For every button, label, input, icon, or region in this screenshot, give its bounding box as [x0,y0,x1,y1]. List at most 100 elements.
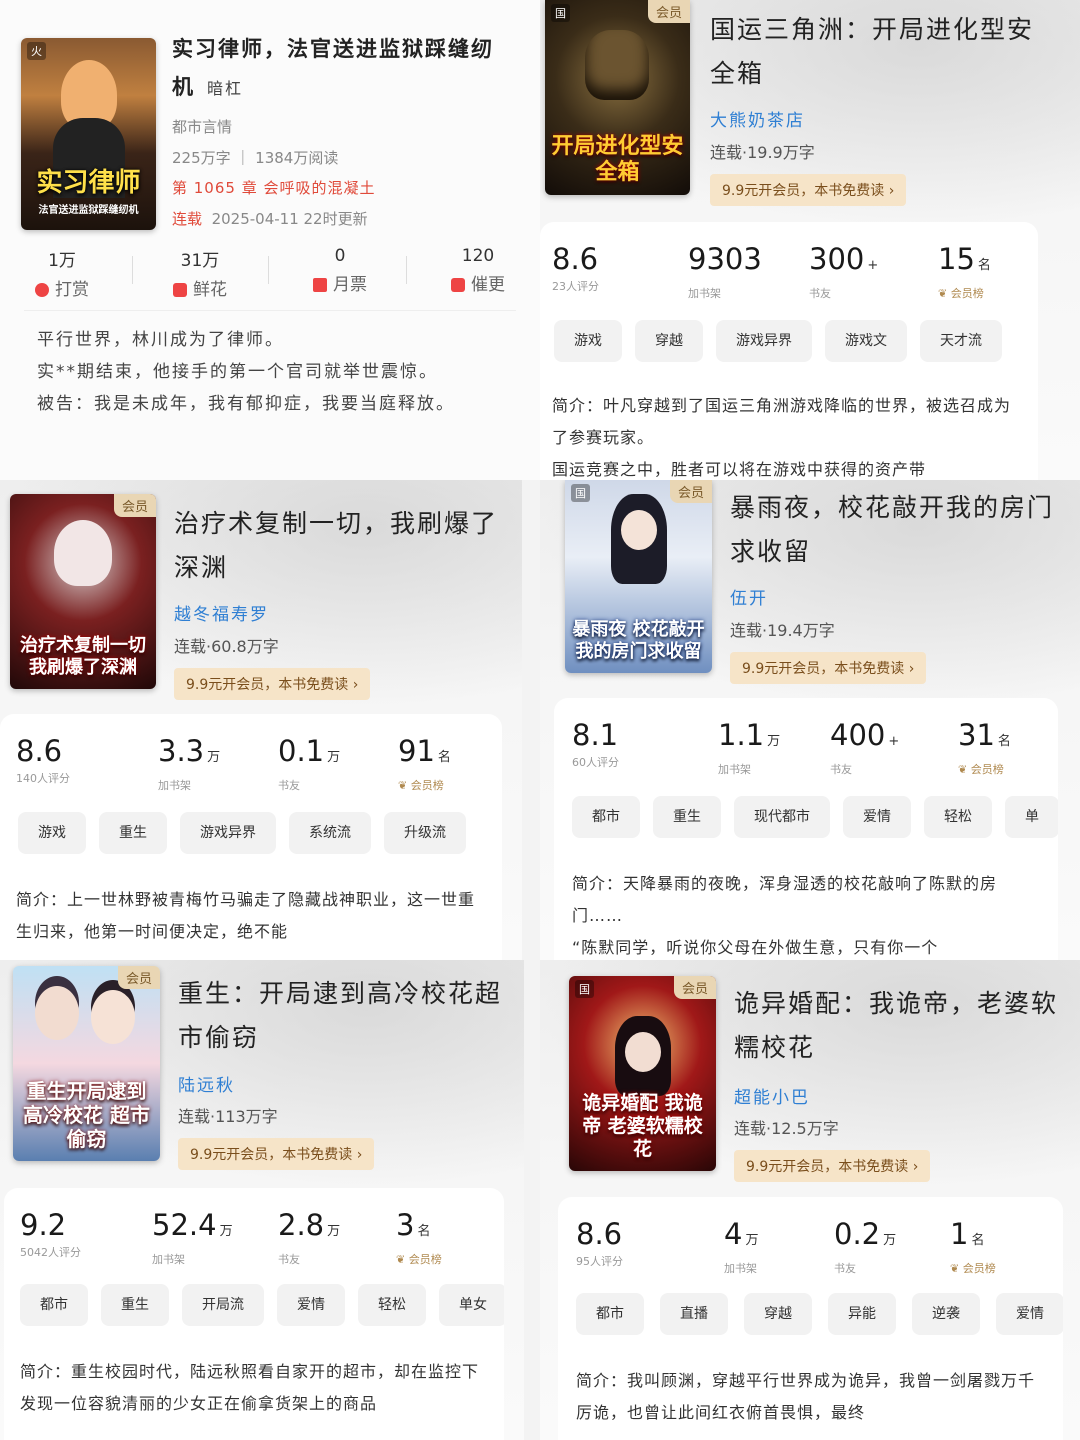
vip-subscribe-button[interactable]: 9.9元开会员，本书免费读 › [174,668,371,700]
shelf-unit: 万 [745,1233,759,1248]
book-cover[interactable]: 国 会员 暴雨夜 校花敲开我的房门求收留 [565,480,712,673]
rank-unit: 名 [971,1233,985,1248]
book-title[interactable]: 国运三角洲：开局进化型安全箱 [710,8,1055,96]
rank-label: 会员榜 [408,1253,442,1266]
rating-label: 140人评分 [16,772,70,785]
book-tile-5[interactable]: 会员 重生开局逮到 高冷校花 超市偷窃 重生：开局逮到高冷校花超市偷窃 陆远秋 … [0,960,524,1440]
stat-monthly-ticket[interactable]: 0 月票 [290,246,390,295]
tag-chip[interactable]: 穿越 [635,320,703,362]
cover-title: 诡异婚配 我诡帝 老婆软糯校花 [582,1092,703,1160]
book-title[interactable]: 治疗术复制一切，我刷爆了深渊 [174,502,509,590]
shelf-value: 4 [724,1217,743,1251]
tag-chip[interactable]: 爱情 [277,1284,345,1326]
rating-label: 95人评分 [576,1255,623,1268]
updated-time: 2025-04-11 22时更新 [211,210,368,228]
vip-subscribe-button[interactable]: 9.9元开会员，本书免费读 › [178,1138,375,1170]
intro-prefix: 简介： [552,396,604,415]
tag-chip[interactable]: 游戏异界 [716,320,812,362]
intro-text: 叶凡穿越到了国运三角洲游戏降临的世界，被选召成为了参赛玩家。 [552,396,1012,447]
tag-chip[interactable]: 单女 [439,1284,504,1326]
book-cover[interactable]: 火 实习律师 法官送进监狱踩缝纫机 [21,38,156,230]
tag-chip[interactable]: 重生 [101,1284,169,1326]
book-tile-2[interactable]: 国 会员 开局进化型安全箱 国运三角洲：开局进化型安全箱 大熊奶茶店 连载·19… [540,0,1080,480]
book-stats-card: 8.6 95人评分 4 万加书架 0.2 万书友 1 名 ❦ 会员榜 都市 直播 穿越 异… [558,1197,1063,1440]
tag-chip[interactable]: 爱情 [843,796,911,838]
rank-value: 31 [958,718,995,752]
cover-subtitle: 法官送进监狱踩缝纫机 [38,205,139,216]
tag-chip[interactable]: 直播 [660,1293,728,1335]
book-author[interactable]: 超能小巴 [734,1083,810,1108]
shelf-value: 1.1 [718,718,765,752]
book-author[interactable]: 越冬福寿罗 [174,600,269,625]
tag-chip[interactable]: 游戏异界 [180,812,276,854]
book-tile-1[interactable]: 火 实习律师 法官送进监狱踩缝纫机 实习律师，法官送进监狱踩缝纫机 暗杠 都市言情… [0,0,540,480]
intro-text: 我叫顾渊，穿越平行世界成为诡异，我曾一剑屠戮万千厉诡，也曾让此间红衣俯首畏惧，最… [576,1371,1036,1422]
tag-chip[interactable]: 逆袭 [912,1293,980,1335]
friends-label: 书友 [830,763,852,776]
stat-flowers[interactable]: 31万 鲜花 [150,246,250,300]
stat-tip[interactable]: 1万 打赏 [12,246,112,300]
laurel-icon: ❦ [950,1262,960,1275]
vip-subscribe-button[interactable]: 9.9元开会员，本书免费读 › [734,1150,931,1182]
stat-friends: 300 + 书友 [809,242,878,301]
intro-text-2: “陈默同学，听说你父母在外做生意，只有你一个 [572,938,939,957]
stat-tip-label: 打赏 [55,280,89,300]
vip-subscribe-label: 9.9元开会员，本书免费读 [186,677,349,693]
book-tile-3[interactable]: 会员 治疗术复制一切我刷爆了深渊 治疗术复制一切，我刷爆了深渊 越冬福寿罗 连载… [0,480,522,960]
tag-chip[interactable]: 重生 [653,796,721,838]
stat-rank[interactable]: 31 名 ❦ 会员榜 [958,718,1011,777]
tag-chip[interactable]: 轻松 [358,1284,426,1326]
vip-subscribe-button[interactable]: 9.9元开会员，本书免费读 › [730,652,927,684]
tag-chip[interactable]: 单 [1005,796,1058,838]
friends-unit: 万 [883,1233,897,1248]
friends-label: 书友 [278,779,300,792]
tag-chip[interactable]: 天才流 [920,320,1002,362]
shelf-unit: 万 [219,1224,233,1239]
book-author[interactable]: 暗杠 [207,79,243,98]
rating-value: 8.6 [576,1217,623,1251]
tag-chip[interactable]: 轻松 [924,796,992,838]
tag-chip[interactable]: 都市 [20,1284,88,1326]
tag-chip[interactable]: 游戏 [554,320,622,362]
tag-chip[interactable]: 重生 [99,812,167,854]
vip-subscribe-button[interactable]: 9.9元开会员，本书免费读 › [710,174,907,206]
book-cover[interactable]: 国 会员 开局进化型安全箱 [545,0,690,195]
book-stats-card: 8.6 140人评分 3.3 万加书架 0.1 万书友 91 名 ❦ 会员榜 游戏 重生 … [0,714,502,960]
tag-chip[interactable]: 异能 [828,1293,896,1335]
book-stats-card: 8.6 23人评分 9303 加书架 300 + 书友 15 名 ❦ 会员榜 游戏 穿越 游… [540,222,1038,480]
book-cover[interactable]: 国 会员 诡异婚配 我诡帝 老婆软糯校花 [569,976,716,1171]
publisher-logo: 火 [27,42,46,60]
tag-chip[interactable]: 游戏文 [825,320,907,362]
tag-chip[interactable]: 游戏 [18,812,86,854]
tag-chip[interactable]: 现代都市 [734,796,830,838]
book-author[interactable]: 陆远秋 [178,1071,235,1096]
tag-chip[interactable]: 升级流 [384,812,466,854]
book-title[interactable]: 暴雨夜，校花敲开我的房门求收留 [730,486,1065,574]
book-author[interactable]: 伍开 [730,584,768,609]
cover-title: 实习律师 [36,168,141,198]
tag-chip[interactable]: 都市 [576,1293,644,1335]
tag-chip[interactable]: 开局流 [182,1284,264,1326]
stat-rank[interactable]: 15 名 ❦ 会员榜 [938,242,991,301]
book-tile-4[interactable]: 国 会员 暴雨夜 校花敲开我的房门求收留 暴雨夜，校花敲开我的房门求收留 伍开 … [540,480,1080,960]
book-tile-6[interactable]: 国 会员 诡异婚配 我诡帝 老婆软糯校花 诡异婚配：我诡帝，老婆软糯校花 超能小… [540,960,1080,1440]
friends-value: 0.1 [278,734,325,768]
book-cover[interactable]: 会员 治疗术复制一切我刷爆了深渊 [10,494,156,689]
book-title[interactable]: 重生：开局逮到高冷校花超市偷窃 [178,972,513,1060]
stat-rank[interactable]: 91 名 ❦ 会员榜 [398,734,451,793]
latest-chapter[interactable]: 第 1065 章 会呼吸的混凝土 [172,177,375,198]
stat-urge[interactable]: 120 催更 [428,246,528,295]
book-title[interactable]: 实习律师，法官送进监狱踩缝纫机 暗杠 [172,30,512,108]
tag-chip[interactable]: 系统流 [289,812,371,854]
stat-rank[interactable]: 3 名 ❦ 会员榜 [396,1208,442,1267]
tag-chip[interactable]: 都市 [572,796,640,838]
book-author[interactable]: 大熊奶茶店 [710,106,805,131]
book-title[interactable]: 诡异婚配：我诡帝，老婆软糯校花 [734,982,1064,1070]
stat-friends: 0.2 万书友 [834,1217,896,1276]
book-cover[interactable]: 会员 重生开局逮到 高冷校花 超市偷窃 [13,966,160,1161]
tag-chip[interactable]: 爱情 [996,1293,1063,1335]
tag-chip[interactable]: 穿越 [744,1293,812,1335]
stat-ticket-value: 0 [334,246,346,266]
stat-rank[interactable]: 1 名 ❦ 会员榜 [950,1217,996,1276]
vip-badge: 会员 [647,0,690,23]
